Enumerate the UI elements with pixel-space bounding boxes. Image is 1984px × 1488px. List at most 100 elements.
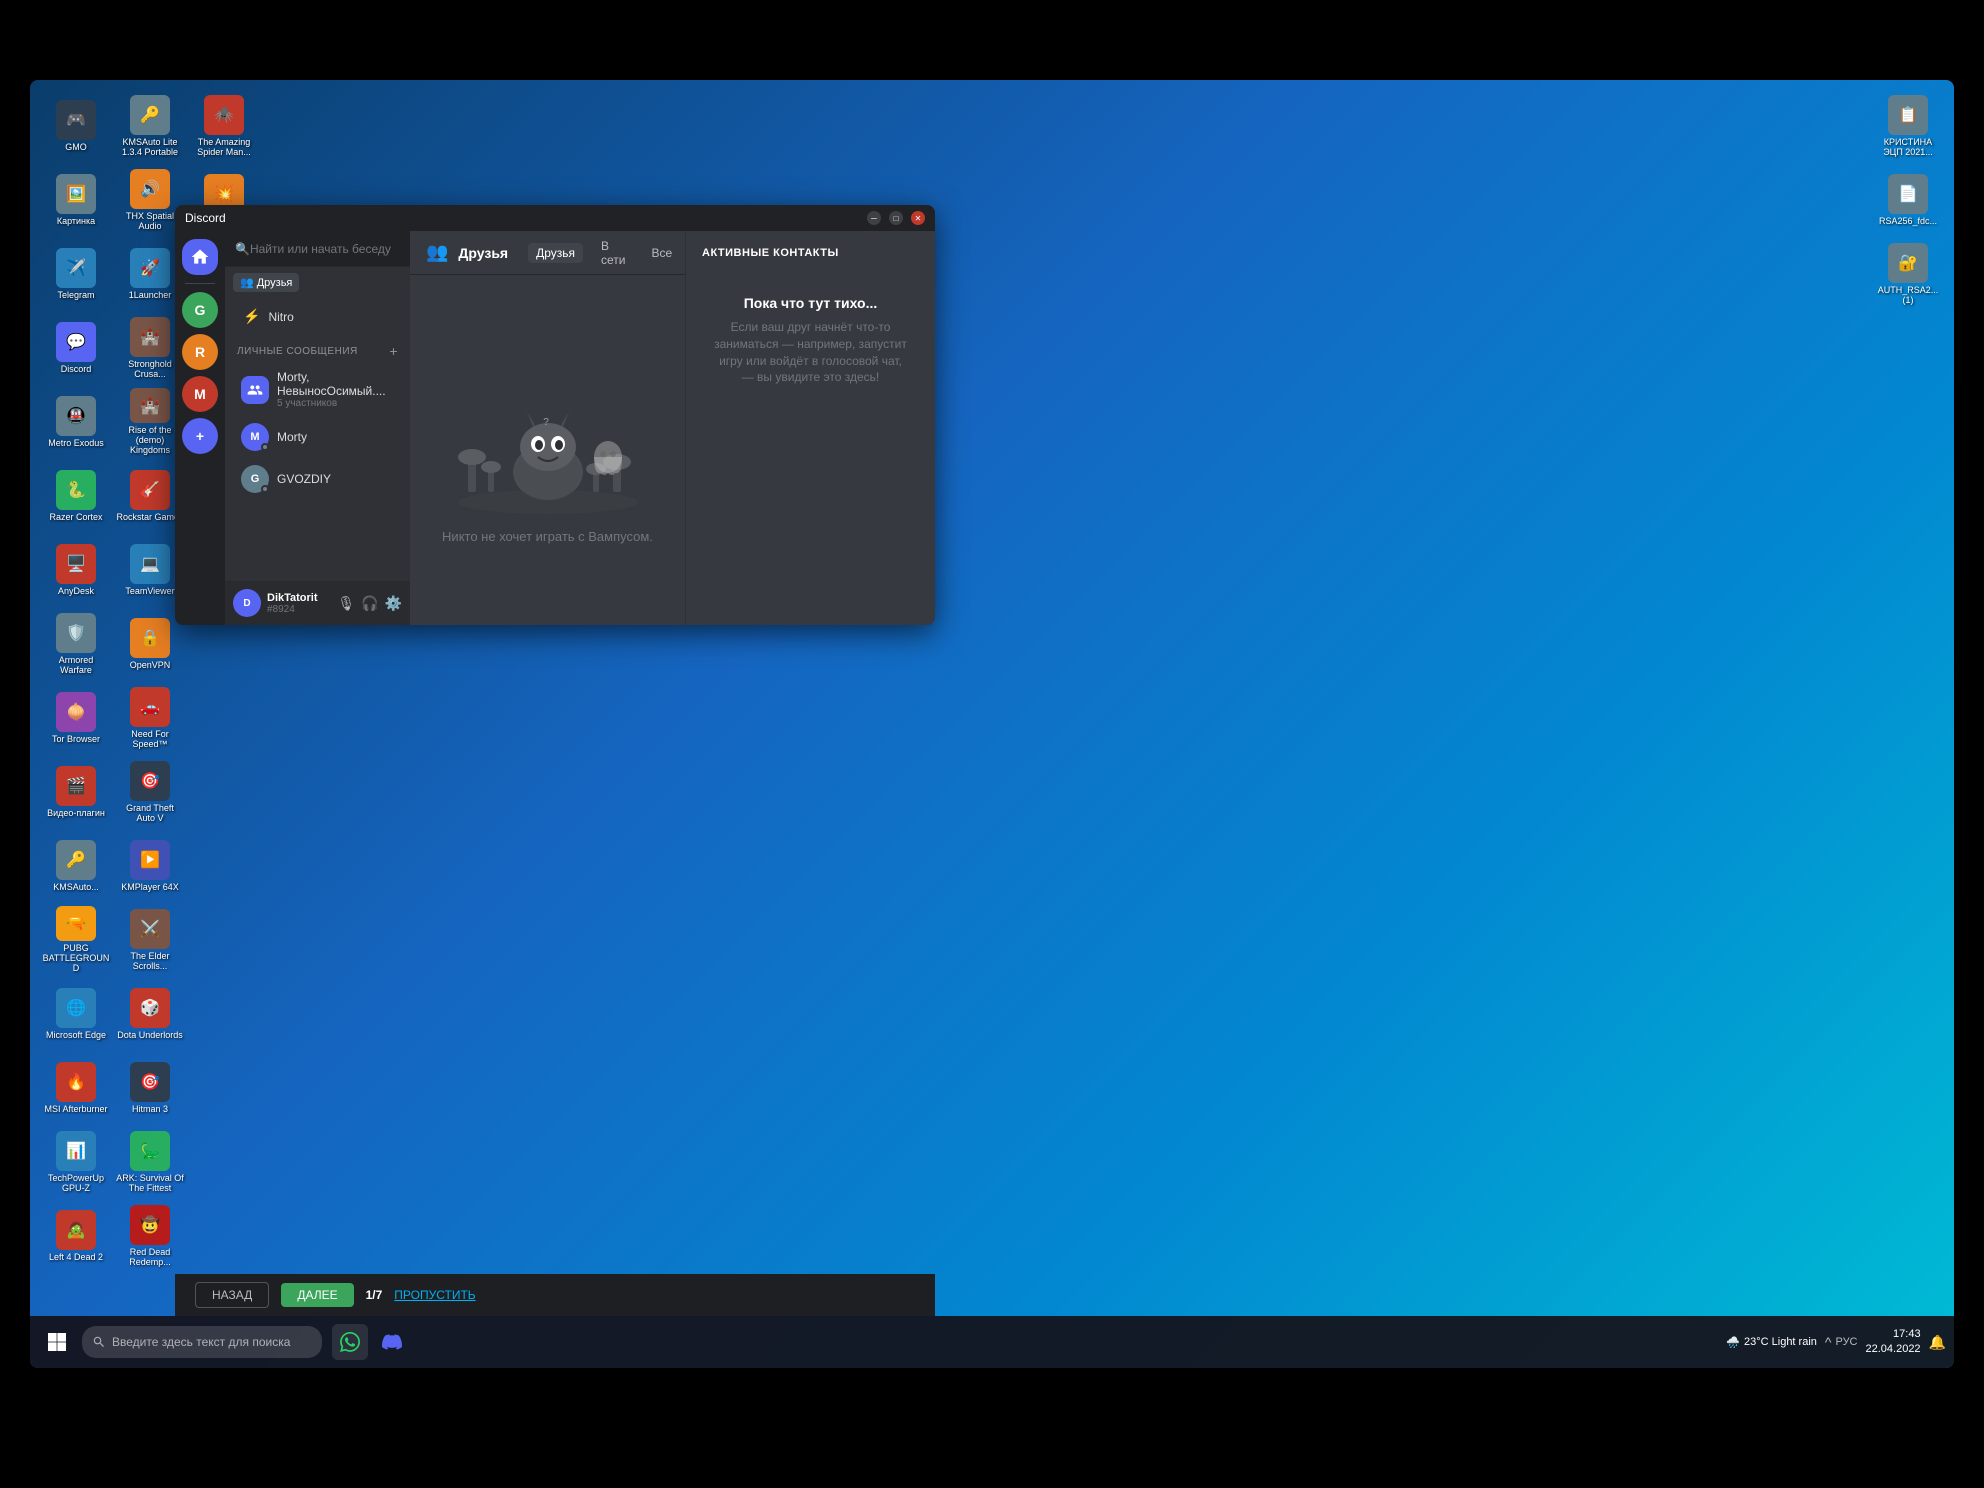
taskbar-apps [332, 1324, 410, 1360]
desktop-icon-kristina[interactable]: 📋 КРИСТИНА ЭЦП 2021... [1872, 90, 1944, 162]
desktop-icon-pubg[interactable]: 🔫 PUBG BATTLEGROUND [40, 904, 112, 976]
server-icon-3[interactable]: M [182, 376, 218, 412]
taskbar-app-whatsapp[interactable] [332, 1324, 368, 1360]
taskbar-time: 17:43 [1866, 1327, 1921, 1342]
wumpus-empty-text: Никто не хочет играть с Вампусом. [442, 529, 653, 544]
server-icon-4[interactable]: + [182, 418, 218, 454]
svg-text:?: ? [543, 417, 549, 428]
active-empty-title: Пока что тут тихо... [744, 295, 878, 311]
nav-tab-all[interactable]: Все [644, 243, 681, 263]
taskbar-clock: 17:43 22.04.2022 [1866, 1327, 1921, 1358]
dm-item-gvozdiy[interactable]: G GVOZDIY [231, 459, 404, 499]
desktop-icon-dota[interactable]: 🎲 Dota Underlords [114, 978, 186, 1050]
tab-friends[interactable]: 👥 Друзья [233, 273, 299, 292]
tutorial-next-button[interactable]: ДАЛЕЕ [281, 1283, 353, 1307]
dm-group-name: Morty, НевыносОсимый.... [277, 370, 394, 398]
notifications-icon[interactable]: 🔔 [1929, 1334, 1946, 1351]
user-bar-info: DikTatorit #8924 [267, 592, 331, 615]
desktop-icon-video[interactable]: 🎬 Видео-плагин [40, 756, 112, 828]
desktop-icon-spider[interactable]: 🕷️ The Amazing Spider Man... [188, 90, 260, 162]
server-icon-1[interactable]: G [182, 292, 218, 328]
discord-home-icon[interactable] [182, 239, 218, 275]
desktop-icon-nfs[interactable]: 🚗 Need For Speed™ [114, 682, 186, 754]
desktop-icon-kaptinka[interactable]: 🖼️ Картинка [40, 164, 112, 236]
discord-titlebar: Discord ─ □ ✕ [175, 205, 935, 231]
desktop-icon-elder[interactable]: ⚔️ The Elder Scrolls... [114, 904, 186, 976]
friends-topbar: 👥 Друзья Друзья В сети Все Ожидание Забл… [410, 231, 685, 275]
tutorial-back-button[interactable]: НАЗАД [195, 1282, 269, 1308]
friends-icon-small: 👥 [240, 276, 254, 289]
desktop-icon-rsa1[interactable]: 📄 RSA256_fdc... [1872, 164, 1944, 236]
discord-body: G R M + 🔍 Найти или начать беседу 👥 [175, 231, 935, 625]
taskbar-search-placeholder: Введите здесь текст для поиска [112, 1335, 290, 1349]
monitor: 🎮 GMO 🖼️ Картинка ✈️ Telegram 💬 Discord … [30, 80, 1954, 1368]
desktop-icon-hitman[interactable]: 🎯 Hitman 3 [114, 1052, 186, 1124]
window-maximize[interactable]: □ [889, 211, 903, 225]
desktop-icon-armored[interactable]: 🛡️ Armored Warfare [40, 608, 112, 680]
dm-group-sub: 5 участников [277, 398, 394, 409]
desktop-icon-gmo[interactable]: 🎮 GMO [40, 90, 112, 162]
desktop-icon-techpowerup[interactable]: 📊 TechPowerUp GPU-Z [40, 1126, 112, 1198]
deafen-icon[interactable]: 🎧 [361, 595, 378, 612]
nav-tab-online[interactable]: В сети [593, 236, 633, 270]
desktop: 🎮 GMO 🖼️ Картинка ✈️ Telegram 💬 Discord … [30, 80, 1954, 1368]
desktop-icon-msi[interactable]: 🔥 MSI Afterburner [40, 1052, 112, 1124]
wumpus-area: ? Никто не хочет играть с Вампусом. [438, 357, 658, 544]
dm-gvozdiy-info: GVOZDIY [277, 472, 331, 486]
tray-icons: ^ РУС [1825, 1334, 1858, 1350]
nitro-item[interactable]: ⚡ Nitro [225, 298, 410, 335]
nav-tab-friends[interactable]: Друзья [528, 243, 583, 263]
discord-search-bar[interactable]: 🔍 Найти или начать беседу [225, 231, 410, 267]
server-divider [185, 283, 215, 284]
desktop-icon-razer[interactable]: 🐍 Razer Cortex [40, 460, 112, 532]
desktop-icon-kmsauto[interactable]: 🔑 KMSAuto... [40, 830, 112, 902]
window-close[interactable]: ✕ [911, 211, 925, 225]
discord-active-contacts: Активные контакты Пока что тут тихо... Е… [685, 231, 935, 625]
desktop-icon-ark[interactable]: 🦕 ARK: Survival Of The Fittest [114, 1126, 186, 1198]
taskbar-app-discord[interactable] [374, 1324, 410, 1360]
tray-lang: РУС [1835, 1336, 1857, 1348]
dm-item-morty[interactable]: M Morty [231, 417, 404, 457]
desktop-icon-kmplayer[interactable]: ▶️ KMPlayer 64X [114, 830, 186, 902]
wumpus-illustration: ? [438, 357, 658, 517]
desktop-icon-metro[interactable]: 🚇 Metro Exodus [40, 386, 112, 458]
dm-avatar-morty: M [241, 423, 269, 451]
weather-text: 23°C Light rain [1744, 1336, 1817, 1348]
desktop-icon-anydesk[interactable]: 🖥️ AnyDesk [40, 534, 112, 606]
desktop-icon-telegram[interactable]: ✈️ Telegram [40, 238, 112, 310]
taskbar-date: 22.04.2022 [1866, 1342, 1921, 1357]
active-empty-desc: Если ваш друг начнёт что-то заниматься —… [712, 319, 909, 386]
desktop-icon-kmsauto-lite[interactable]: 🔑 KMSAuto Lite 1.3.4 Portable [114, 90, 186, 162]
nitro-label: Nitro [268, 310, 293, 324]
server-icon-2[interactable]: R [182, 334, 218, 370]
user-bar-icons: 🎙 🎧 ⚙️ [337, 595, 402, 612]
desktop-icon-msiedge[interactable]: 🌐 Microsoft Edge [40, 978, 112, 1050]
window-minimize[interactable]: ─ [867, 211, 881, 225]
desktop-icon-left4dead[interactable]: 🧟 Left 4 Dead 2 [40, 1200, 112, 1272]
settings-icon[interactable]: ⚙️ [385, 595, 402, 612]
dm-item-group[interactable]: Morty, НевыносОсимый.... 5 участников [231, 364, 404, 415]
taskbar-weather: 🌧️ 23°C Light rain [1726, 1336, 1817, 1349]
taskbar: Введите здесь текст для поиска 🌧️ 23°C L… [30, 1316, 1954, 1368]
desktop-icon-tor[interactable]: 🧅 Tor Browser [40, 682, 112, 754]
desktop-icon-reddead[interactable]: 🤠 Red Dead Redemp... [114, 1200, 186, 1272]
desktop-icon-authrsa[interactable]: 🔐 AUTH_RSA2...(1) [1872, 238, 1944, 310]
desktop-icon-gta5[interactable]: 🎯 Grand Theft Auto V [114, 756, 186, 828]
dm-section-header: ЛИЧНЫЕ СООБЩЕНИЯ + [225, 335, 410, 363]
start-button[interactable] [38, 1323, 76, 1361]
mute-icon[interactable]: 🎙 [337, 595, 355, 612]
desktop-icon-discord-app[interactable]: 💬 Discord [40, 312, 112, 384]
active-contacts-title: Активные контакты [702, 247, 919, 259]
tutorial-progress: 1/7 [366, 1288, 383, 1302]
discord-user-bar: D DikTatorit #8924 🎙 🎧 ⚙️ [225, 581, 410, 625]
taskbar-search[interactable]: Введите здесь текст для поиска [82, 1326, 322, 1358]
tutorial-skip-button[interactable]: ПРОПУСТИТЬ [394, 1288, 475, 1302]
nitro-icon: ⚡ [243, 308, 260, 325]
discord-channel-list: 🔍 Найти или начать беседу 👥 Друзья ⚡ [225, 231, 410, 625]
dm-avatar-group [241, 376, 269, 404]
friends-nav: 👥 Друзья [225, 267, 410, 298]
dm-add-button[interactable]: + [389, 343, 398, 359]
user-bar-name: DikTatorit [267, 592, 331, 604]
active-contacts-empty: Пока что тут тихо... Если ваш друг начнё… [702, 275, 919, 406]
morty-status-indicator [261, 443, 269, 451]
